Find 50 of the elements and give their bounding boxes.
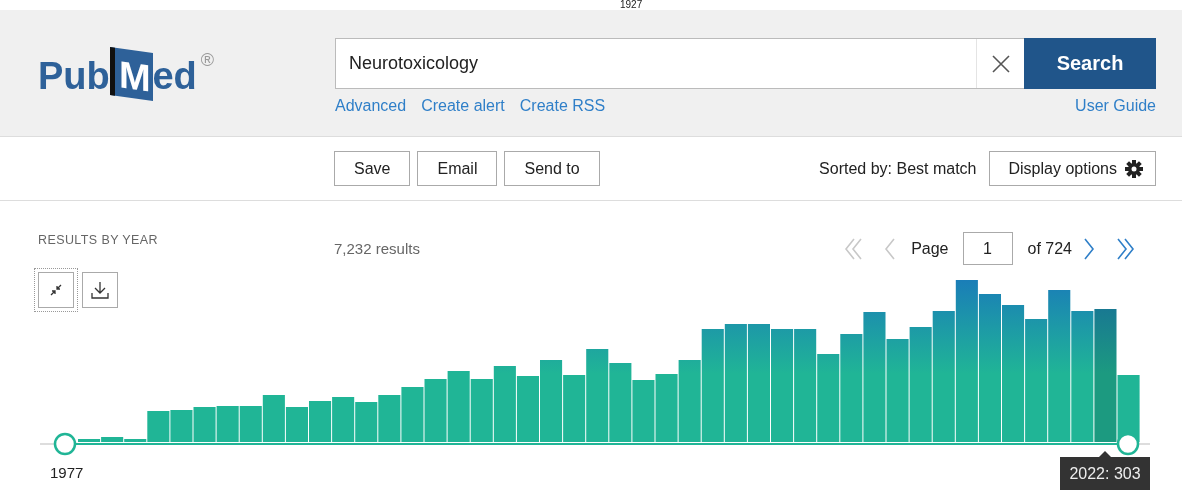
close-icon [990, 53, 1011, 74]
bar [170, 410, 193, 442]
link[interactable]: Create RSS [519, 97, 606, 115]
link[interactable]: Create alert [421, 97, 505, 115]
bar [447, 371, 470, 442]
search-button[interactable]: Search [1024, 38, 1156, 89]
bar [193, 407, 216, 442]
results-count: 7,232 results [334, 240, 420, 257]
bar [262, 395, 285, 442]
download-icon [91, 281, 109, 299]
bar [655, 374, 678, 442]
bar [516, 376, 539, 442]
bar [632, 380, 655, 442]
logo-book-mark: M [109, 47, 153, 101]
last-page-icon[interactable] [1115, 236, 1136, 261]
registered-mark: ® [200, 50, 215, 71]
tooltip: 2022: 303 [1060, 451, 1150, 490]
bar [216, 406, 239, 442]
bar [332, 397, 355, 442]
section-heading: RESULTS BY YEAR [38, 233, 159, 247]
link[interactable]: Advanced [335, 97, 407, 115]
bar [401, 387, 424, 442]
bar [285, 407, 308, 442]
display-options-button[interactable]: Display options [988, 151, 1156, 186]
axis-label: 1927 [620, 0, 643, 10]
bar [378, 395, 401, 442]
next-page-icon[interactable] [1081, 236, 1097, 261]
collapse-icon [48, 282, 64, 298]
year-label: 1977 [50, 464, 84, 481]
bar [309, 401, 332, 442]
user-guide-link[interactable]: User Guide [1075, 97, 1156, 115]
bar [563, 375, 586, 442]
bar [355, 402, 378, 442]
settings-icon [1125, 159, 1143, 178]
slider-handle[interactable] [53, 432, 77, 456]
bar [424, 379, 447, 442]
download-button[interactable] [82, 272, 118, 308]
action-button[interactable]: Save [334, 151, 411, 186]
page-total: of 724 [1027, 239, 1072, 258]
action-button[interactable]: Email [417, 151, 498, 186]
logo-text: ed [152, 54, 197, 98]
page-label: Page [911, 239, 949, 258]
page-input[interactable]: 1 [962, 232, 1013, 265]
slider-handle[interactable] [1116, 432, 1140, 456]
bar [470, 379, 493, 442]
logo-text: Pub [38, 54, 110, 98]
search-field[interactable]: Neurotoxicology [335, 38, 1024, 89]
sort-label: Sorted by: Best match [819, 159, 977, 178]
action-button[interactable]: Send to [504, 151, 600, 186]
bar [239, 406, 262, 442]
